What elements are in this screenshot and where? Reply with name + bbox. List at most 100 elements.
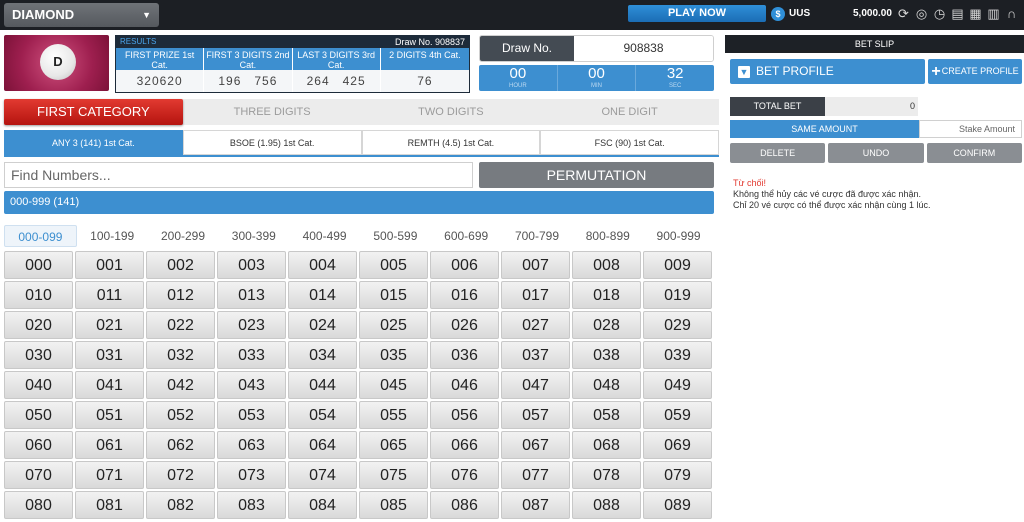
number-button[interactable]: 042	[146, 371, 215, 399]
range-tab[interactable]: 400-499	[289, 225, 360, 247]
range-tab[interactable]: 700-799	[502, 225, 573, 247]
tab-one-digit[interactable]: ONE DIGIT	[540, 99, 719, 125]
book-icon[interactable]: ▥	[986, 5, 1001, 22]
number-button[interactable]: 052	[146, 401, 215, 429]
number-button[interactable]: 028	[572, 311, 641, 339]
number-button[interactable]: 079	[643, 461, 712, 489]
number-button[interactable]: 019	[643, 281, 712, 309]
chip-icon[interactable]: ◎	[914, 5, 929, 22]
number-button[interactable]: 014	[288, 281, 357, 309]
tab-bsoe[interactable]: BSOE (1.95) 1st Cat.	[182, 130, 362, 155]
number-button[interactable]: 085	[359, 491, 428, 519]
number-button[interactable]: 082	[146, 491, 215, 519]
number-button[interactable]: 051	[75, 401, 144, 429]
number-button[interactable]: 002	[146, 251, 215, 279]
number-button[interactable]: 080	[4, 491, 73, 519]
number-button[interactable]: 034	[288, 341, 357, 369]
number-button[interactable]: 065	[359, 431, 428, 459]
number-button[interactable]: 010	[4, 281, 73, 309]
number-button[interactable]: 009	[643, 251, 712, 279]
number-button[interactable]: 057	[501, 401, 570, 429]
permutation-button[interactable]: PERMUTATION	[479, 162, 714, 188]
number-button[interactable]: 084	[288, 491, 357, 519]
number-button[interactable]: 030	[4, 341, 73, 369]
number-button[interactable]: 056	[430, 401, 499, 429]
create-profile-button[interactable]: +CREATE PROFILE	[928, 59, 1022, 84]
number-button[interactable]: 033	[217, 341, 286, 369]
number-button[interactable]: 018	[572, 281, 641, 309]
number-button[interactable]: 044	[288, 371, 357, 399]
number-button[interactable]: 048	[572, 371, 641, 399]
number-button[interactable]: 086	[430, 491, 499, 519]
number-button[interactable]: 024	[288, 311, 357, 339]
number-button[interactable]: 017	[501, 281, 570, 309]
number-button[interactable]: 008	[572, 251, 641, 279]
number-button[interactable]: 088	[572, 491, 641, 519]
number-button[interactable]: 066	[430, 431, 499, 459]
range-tab[interactable]: 500-599	[360, 225, 431, 247]
number-button[interactable]: 073	[217, 461, 286, 489]
number-button[interactable]: 050	[4, 401, 73, 429]
find-numbers-input[interactable]	[4, 162, 473, 188]
headset-icon[interactable]: ∩	[1004, 5, 1019, 22]
number-button[interactable]: 058	[572, 401, 641, 429]
number-button[interactable]: 035	[359, 341, 428, 369]
same-amount-button[interactable]: SAME AMOUNT	[730, 120, 919, 138]
number-button[interactable]: 029	[643, 311, 712, 339]
number-button[interactable]: 078	[572, 461, 641, 489]
stake-amount-input[interactable]: Stake Amount	[919, 120, 1022, 138]
number-button[interactable]: 012	[146, 281, 215, 309]
number-button[interactable]: 063	[217, 431, 286, 459]
game-select[interactable]: DIAMOND ▼	[4, 3, 159, 27]
number-button[interactable]: 089	[643, 491, 712, 519]
number-button[interactable]: 068	[572, 431, 641, 459]
number-button[interactable]: 021	[75, 311, 144, 339]
range-tab[interactable]: 800-899	[572, 225, 643, 247]
number-button[interactable]: 062	[146, 431, 215, 459]
number-button[interactable]: 025	[359, 311, 428, 339]
tab-fsc[interactable]: FSC (90) 1st Cat.	[540, 130, 719, 155]
number-button[interactable]: 083	[217, 491, 286, 519]
range-tab[interactable]: 100-199	[77, 225, 148, 247]
undo-button[interactable]: UNDO	[828, 143, 924, 163]
confirm-button[interactable]: CONFIRM	[926, 143, 1022, 163]
number-button[interactable]: 055	[359, 401, 428, 429]
number-button[interactable]: 026	[430, 311, 499, 339]
number-button[interactable]: 061	[75, 431, 144, 459]
number-button[interactable]: 011	[75, 281, 144, 309]
number-button[interactable]: 060	[4, 431, 73, 459]
number-button[interactable]: 047	[501, 371, 570, 399]
number-button[interactable]: 046	[430, 371, 499, 399]
range-tab[interactable]: 200-299	[148, 225, 219, 247]
number-button[interactable]: 003	[217, 251, 286, 279]
history-icon[interactable]: ◷	[932, 5, 947, 22]
number-button[interactable]: 081	[75, 491, 144, 519]
range-tab[interactable]: 300-399	[218, 225, 289, 247]
number-button[interactable]: 076	[430, 461, 499, 489]
tab-three-digits[interactable]: THREE DIGITS	[183, 99, 362, 125]
number-button[interactable]: 074	[288, 461, 357, 489]
tab-first-category[interactable]: FIRST CATEGORY	[4, 99, 183, 125]
range-tab[interactable]: 900-999	[643, 225, 714, 247]
number-button[interactable]: 023	[217, 311, 286, 339]
number-button[interactable]: 015	[359, 281, 428, 309]
number-button[interactable]: 067	[501, 431, 570, 459]
number-button[interactable]: 064	[288, 431, 357, 459]
range-tab[interactable]: 000-099	[4, 225, 77, 247]
number-button[interactable]: 000	[4, 251, 73, 279]
number-button[interactable]: 004	[288, 251, 357, 279]
number-button[interactable]: 027	[501, 311, 570, 339]
number-button[interactable]: 037	[501, 341, 570, 369]
number-button[interactable]: 005	[359, 251, 428, 279]
number-button[interactable]: 022	[146, 311, 215, 339]
tab-two-digits[interactable]: TWO DIGITS	[362, 99, 541, 125]
number-button[interactable]: 053	[217, 401, 286, 429]
number-button[interactable]: 045	[359, 371, 428, 399]
clipboard-icon[interactable]: ▦	[968, 5, 983, 22]
refresh-icon[interactable]: ⟳	[896, 5, 911, 22]
number-button[interactable]: 070	[4, 461, 73, 489]
tab-remth[interactable]: REMTH (4.5) 1st Cat.	[361, 130, 541, 155]
number-button[interactable]: 031	[75, 341, 144, 369]
range-tab[interactable]: 600-699	[431, 225, 502, 247]
number-button[interactable]: 087	[501, 491, 570, 519]
